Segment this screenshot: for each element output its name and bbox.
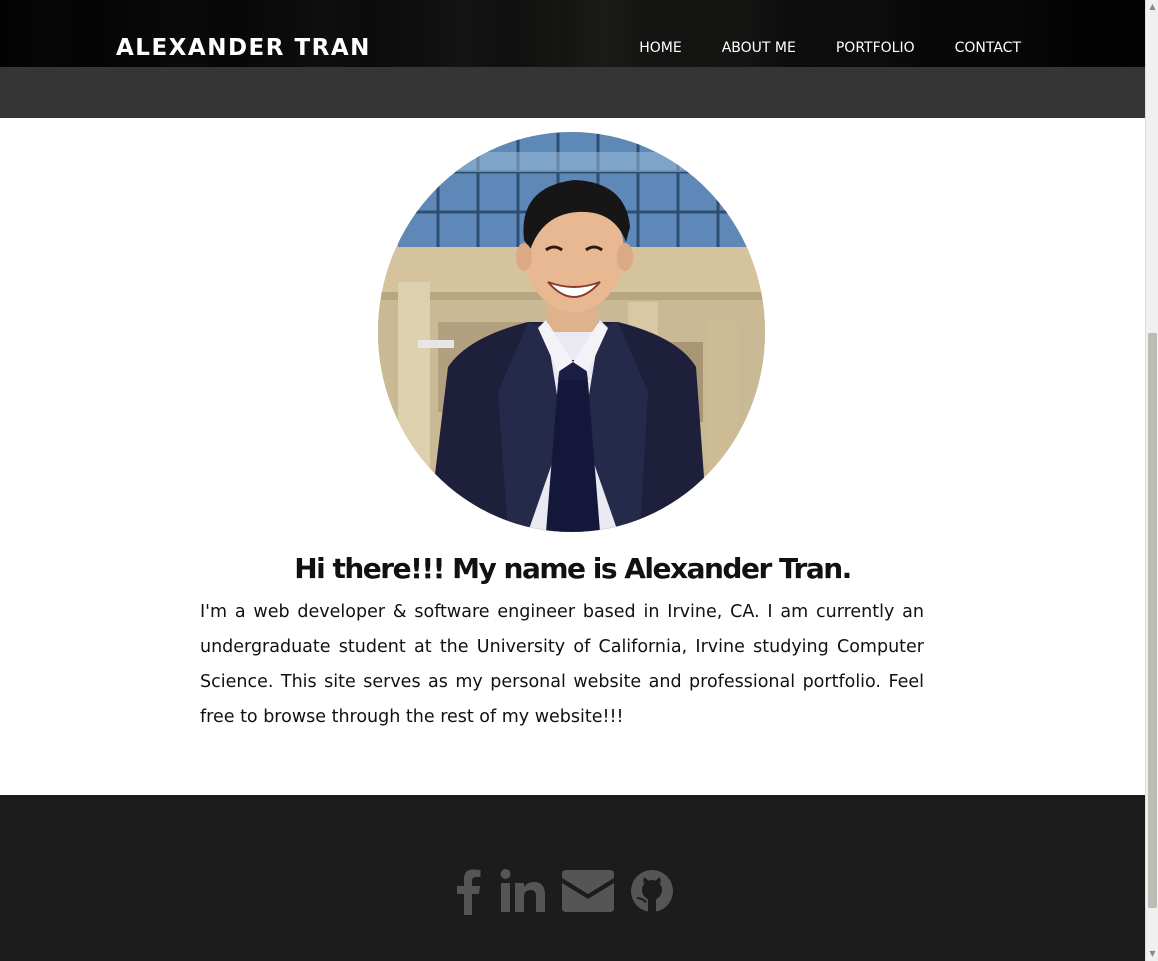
footer [0,795,1145,961]
envelope-icon[interactable] [562,870,614,916]
github-icon[interactable] [630,869,674,917]
profile-section: Hi there!!! My name is Alexander Tran. I… [0,118,1145,795]
page-title: Hi there!!! My name is Alexander Tran. [294,552,852,585]
nav-contact[interactable]: CONTACT [955,38,1021,58]
bio-paragraph: I'm a web developer & software engineer … [200,602,924,727]
brand-logo[interactable]: ALEXANDER TRAN [116,32,371,64]
nav-home[interactable]: HOME [639,38,681,58]
nav-about-me[interactable]: ABOUT ME [722,38,796,58]
vertical-scrollbar[interactable]: ▲ ▼ [1145,0,1158,961]
scroll-up-arrow-icon[interactable]: ▲ [1146,0,1158,14]
main-nav: HOME ABOUT ME PORTFOLIO CONTACT [639,38,1021,58]
linkedin-icon[interactable] [500,868,546,918]
profile-photo [378,132,765,532]
profile-photo-illustration [378,132,765,532]
nav-portfolio[interactable]: PORTFOLIO [836,38,915,58]
scroll-down-arrow-icon[interactable]: ▼ [1146,947,1158,961]
page: ALEXANDER TRAN HOME ABOUT ME PORTFOLIO C… [0,0,1145,961]
scrollbar-thumb[interactable] [1148,333,1157,908]
social-links [452,867,674,919]
facebook-icon[interactable] [452,867,484,919]
navbar: ALEXANDER TRAN HOME ABOUT ME PORTFOLIO C… [0,0,1145,67]
